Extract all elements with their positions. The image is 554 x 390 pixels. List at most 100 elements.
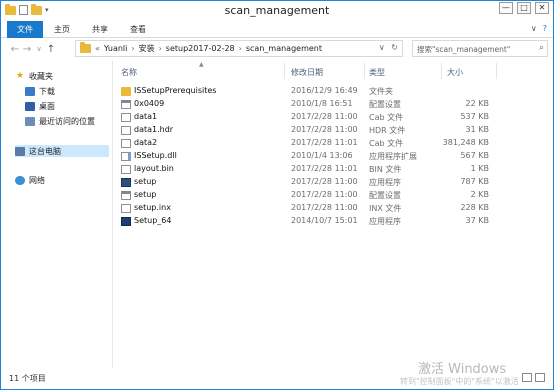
file-row[interactable]: ISSetupPrerequisites 2016/12/9 16:49 文件夹 [114, 85, 552, 98]
file-date: 2017/2/28 11:00 [291, 112, 358, 121]
breadcrumb-separator[interactable]: › [131, 44, 134, 53]
tab-share[interactable]: 共享 [81, 21, 119, 38]
column-divider[interactable] [496, 63, 497, 79]
column-header-size[interactable]: 大小 [447, 67, 463, 78]
address-bar[interactable]: « Yuanli › 安装 › setup2017-02-28 › scan_m… [75, 40, 403, 57]
file-name: setup [134, 190, 157, 199]
sidebar-item-label: 这台电脑 [29, 146, 61, 156]
file-row[interactable]: layout.bin 2017/2/28 11:01 BIN 文件 1 KB [114, 163, 552, 176]
sidebar-item-desktop[interactable]: 桌面 [25, 100, 55, 112]
recent-locations-icon[interactable]: ∨ [33, 45, 45, 53]
sidebar-item-label: 下载 [39, 86, 55, 96]
title-bar: ▾ scan_management — □ ✕ [1, 1, 553, 21]
refresh-icon[interactable]: ↻ [391, 43, 398, 52]
sidebar-item-favorites[interactable]: ★ 收藏夹 [15, 70, 53, 82]
column-divider[interactable] [364, 63, 365, 79]
file-type: 应用程序 [369, 217, 401, 226]
breadcrumb-scan-management[interactable]: scan_management [246, 44, 322, 53]
file-type: 文件夹 [369, 87, 393, 96]
column-header-date[interactable]: 修改日期 [291, 67, 323, 78]
file-type: BIN 文件 [369, 165, 402, 174]
file-row[interactable]: 0x0409 2010/1/8 16:51 配置设置 22 KB [114, 98, 552, 111]
file-row[interactable]: setup 2017/2/28 11:00 配置设置 2 KB [114, 189, 552, 202]
file-name: 0x0409 [134, 99, 165, 108]
ribbon-right-controls: ∨ ? [531, 24, 547, 33]
folder-icon [121, 87, 131, 96]
file-row[interactable]: data1 2017/2/28 11:00 Cab 文件 537 KB [114, 111, 552, 124]
sidebar-item-downloads[interactable]: 下载 [25, 85, 55, 97]
back-arrow-icon[interactable]: ← [9, 44, 21, 55]
tab-home[interactable]: 主页 [43, 21, 81, 38]
application-icon [121, 217, 131, 226]
column-header-type[interactable]: 类型 [369, 67, 385, 78]
search-placeholder: 搜索"scan_management" [417, 45, 511, 54]
recent-places-icon [25, 116, 35, 126]
file-type: 配置设置 [369, 100, 401, 109]
file-type: 配置设置 [369, 191, 401, 200]
up-arrow-icon[interactable]: ↑ [45, 44, 57, 55]
file-date: 2010/1/4 13:06 [291, 151, 353, 160]
file-size: 537 KB [460, 112, 489, 121]
breadcrumb-yuanli[interactable]: Yuanli [104, 44, 127, 53]
dll-file-icon [121, 152, 131, 161]
breadcrumb-overflow[interactable]: « [95, 44, 100, 53]
file-date: 2017/2/28 11:00 [291, 177, 358, 186]
expand-ribbon-icon[interactable]: ∨ [531, 24, 537, 33]
config-file-icon [121, 100, 131, 109]
application-icon [121, 178, 131, 187]
sidebar-item-recent[interactable]: 最近访问的位置 [25, 115, 95, 127]
tab-view[interactable]: 查看 [119, 21, 157, 38]
breadcrumb-setup[interactable]: setup2017-02-28 [166, 44, 235, 53]
file-row[interactable]: setup.inx 2017/2/28 11:00 INX 文件 228 KB [114, 202, 552, 215]
breadcrumb-install[interactable]: 安装 [139, 43, 155, 54]
file-icon [121, 113, 131, 122]
file-name: data2 [134, 138, 158, 147]
large-icons-view-icon[interactable] [535, 373, 545, 382]
ribbon-tabs: 文件 主页 共享 查看 ∨ ? [1, 21, 553, 38]
file-row[interactable]: ISSetup.dll 2010/1/4 13:06 应用程序扩展 567 KB [114, 150, 552, 163]
sidebar-item-this-pc[interactable]: 这台电脑 [15, 145, 109, 157]
file-row[interactable]: Setup_64 2014/10/7 15:01 应用程序 37 KB [114, 215, 552, 228]
file-type: Cab 文件 [369, 113, 404, 122]
file-name: setup [134, 177, 157, 186]
address-dropdown-icon[interactable]: ∨ [379, 43, 385, 52]
file-row[interactable]: data2 2017/2/28 11:01 Cab 文件 381,248 KB [114, 137, 552, 150]
sidebar-item-network[interactable]: 网络 [15, 174, 45, 186]
file-size: 787 KB [460, 177, 489, 186]
star-icon: ★ [15, 71, 25, 81]
column-divider[interactable] [284, 63, 285, 79]
column-divider[interactable] [441, 63, 442, 79]
file-size: 22 KB [465, 99, 489, 108]
file-type: 应用程序 [369, 178, 401, 187]
sidebar-item-label: 桌面 [39, 101, 55, 111]
file-size: 37 KB [465, 216, 489, 225]
config-file-icon [121, 191, 131, 200]
search-input[interactable]: 搜索"scan_management" ⌕ [412, 40, 548, 57]
minimize-button[interactable]: — [499, 2, 513, 14]
file-size: 567 KB [460, 151, 489, 160]
close-button[interactable]: ✕ [535, 2, 549, 14]
forward-arrow-icon[interactable]: → [21, 44, 33, 55]
file-name: ISSetupPrerequisites [134, 86, 217, 95]
breadcrumb-separator[interactable]: › [159, 44, 162, 53]
help-icon[interactable]: ? [543, 24, 547, 33]
navigation-bar: ← → ∨ ↑ « Yuanli › 安装 › setup2017-02-28 … [1, 39, 553, 59]
file-name: data1 [134, 112, 158, 121]
column-header-name[interactable]: 名称 [121, 67, 137, 78]
file-size: 2 KB [470, 190, 489, 199]
tab-file[interactable]: 文件 [7, 21, 43, 38]
maximize-button[interactable]: □ [517, 2, 531, 14]
file-row[interactable]: data1.hdr 2017/2/28 11:00 HDR 文件 31 KB [114, 124, 552, 137]
address-folder-icon [80, 42, 91, 53]
search-icon[interactable]: ⌕ [539, 43, 544, 53]
breadcrumb-separator[interactable]: › [239, 44, 242, 53]
file-row[interactable]: setup 2017/2/28 11:00 应用程序 787 KB [114, 176, 552, 189]
file-icon [121, 165, 131, 174]
details-view-icon[interactable] [522, 373, 532, 382]
column-headers: ▲ 名称 修改日期 类型 大小 [114, 61, 552, 79]
window-title: scan_management [224, 4, 330, 17]
file-name: setup.inx [134, 203, 171, 212]
computer-icon [15, 146, 25, 156]
sidebar-item-label: 收藏夹 [29, 71, 53, 81]
file-size: 228 KB [460, 203, 489, 212]
